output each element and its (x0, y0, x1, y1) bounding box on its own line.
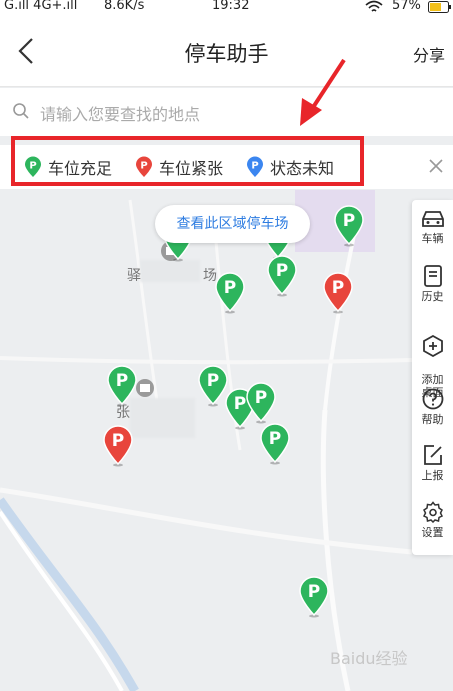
parking-pin-icon: P (334, 205, 364, 247)
parking-pin-icon: P (299, 576, 329, 618)
parking-pin-available[interactable]: P (298, 576, 330, 618)
toolbar-help[interactable]: 帮助 (412, 388, 453, 426)
share-button[interactable]: 分享 (413, 42, 445, 66)
help-icon (422, 388, 443, 410)
side-toolbar: 车辆 历史 添加 桌面 帮助 上报 设置 (412, 200, 453, 555)
watermark: Baidu经验 (330, 649, 408, 668)
toolbar-history[interactable]: 历史 (412, 265, 453, 303)
toolbar-settings[interactable]: 设置 (412, 501, 453, 539)
svg-text:P: P (116, 371, 128, 391)
svg-text:P: P (308, 582, 320, 602)
parking-pin-available[interactable]: P (214, 272, 246, 314)
close-icon[interactable] (427, 157, 445, 175)
parking-pin-icon: P (267, 255, 297, 297)
toolbar-label: 上报 (421, 469, 444, 482)
annotation-arrow-icon (300, 58, 346, 126)
battery-level: 57% (392, 0, 421, 13)
parking-pin-icon: P (107, 365, 137, 407)
carrier-signal: G.ıll 4G+.ıll (4, 0, 78, 13)
search-input[interactable]: 请输入您要查找的地点 (40, 101, 200, 125)
parking-pin-icon: P (323, 272, 353, 314)
toolbar-label: 设置 (421, 526, 444, 539)
parking-pin-full[interactable]: P (322, 272, 354, 314)
network-speed: 8.6K/s (104, 0, 145, 13)
clock: 19:32 (212, 0, 250, 13)
parking-pin-full[interactable]: P (102, 425, 134, 467)
svg-text:P: P (276, 261, 288, 281)
map[interactable]: 驿 场 张 PPPPPPPPPPPPP (0, 190, 453, 691)
search-this-area-button[interactable]: 查看此区域停车场 (155, 205, 310, 243)
search-bar[interactable]: 请输入您要查找的地点 (0, 88, 453, 136)
battery-icon (428, 1, 451, 13)
car-icon (421, 211, 444, 227)
blurred-label (140, 260, 200, 282)
svg-text:P: P (332, 278, 344, 298)
parking-pin-available[interactable]: P (259, 423, 291, 465)
add-desktop-icon (422, 335, 443, 357)
parking-pin-icon: P (103, 425, 133, 467)
parking-pin-available[interactable]: P (266, 255, 298, 297)
page-title: 停车助手 (184, 42, 269, 66)
toolbar-label: 车辆 (421, 232, 444, 245)
highlight-box (11, 136, 364, 186)
svg-text:P: P (255, 388, 267, 408)
settings-icon (422, 501, 443, 523)
search-icon (13, 103, 29, 119)
parking-pin-icon: P (246, 382, 276, 424)
svg-text:P: P (207, 371, 219, 391)
svg-text:P: P (269, 429, 281, 449)
parking-pin-available[interactable]: P (245, 382, 277, 424)
toolbar-report[interactable]: 上报 (412, 444, 453, 482)
parking-pin-available[interactable]: P (106, 365, 138, 407)
toolbar-label: 帮助 (421, 413, 444, 426)
parking-pin-icon: P (215, 272, 245, 314)
blurred-label (130, 398, 195, 438)
svg-text:P: P (343, 211, 355, 231)
toolbar-vehicle[interactable]: 车辆 (412, 209, 453, 245)
report-icon (423, 445, 442, 465)
nav-bar: 停车助手 分享 (0, 16, 453, 87)
svg-text:P: P (224, 278, 236, 298)
parking-pin-icon: P (260, 423, 290, 465)
place-label: 驿 (127, 268, 141, 284)
wifi-icon (365, 0, 383, 12)
status-bar: G.ıll 4G+.ıll 8.6K/s 19:32 57% (0, 0, 453, 16)
parking-pin-available[interactable]: P (333, 205, 365, 247)
toolbar-label: 历史 (421, 290, 444, 303)
map-canvas[interactable] (0, 190, 453, 691)
svg-text:P: P (112, 431, 124, 451)
history-icon (423, 265, 442, 287)
poi-icon (136, 379, 154, 397)
